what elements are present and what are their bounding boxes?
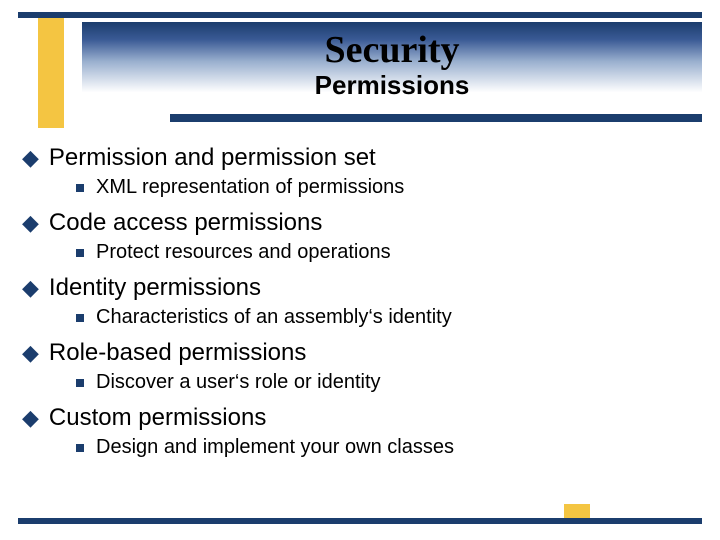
square-bullet-icon — [76, 444, 84, 452]
bullet-text: Discover a user‘s role or identity — [96, 371, 381, 394]
bullet-level1: ◆ Permission and permission set — [18, 144, 702, 172]
content-area: ◆ Permission and permission set XML repr… — [18, 138, 702, 469]
bullet-level2: Design and implement your own classes — [18, 436, 702, 459]
bullet-level1: ◆ Custom permissions — [18, 404, 702, 432]
round-bullet-icon: ◆ — [22, 144, 39, 172]
title-band: Security Permissions — [82, 22, 702, 110]
bullet-level1: ◆ Code access permissions — [18, 209, 702, 237]
bullet-level2: Protect resources and operations — [18, 241, 702, 264]
bullet-text: Design and implement your own classes — [96, 436, 454, 459]
round-bullet-icon: ◆ — [22, 209, 39, 237]
accent-bar-bottom — [564, 504, 590, 518]
bullet-level2: Discover a user‘s role or identity — [18, 371, 702, 394]
square-bullet-icon — [76, 249, 84, 257]
bullet-text: Identity permissions — [49, 274, 261, 302]
bullet-text: XML representation of permissions — [96, 176, 404, 199]
slide-subtitle: Permissions — [82, 70, 702, 101]
round-bullet-icon: ◆ — [22, 274, 39, 302]
bullet-text: Code access permissions — [49, 209, 322, 237]
bullet-level2: Characteristics of an assembly‘s identit… — [18, 306, 702, 329]
round-bullet-icon: ◆ — [22, 404, 39, 432]
bullet-level1: ◆ Role-based permissions — [18, 339, 702, 367]
bullet-text: Characteristics of an assembly‘s identit… — [96, 306, 452, 329]
bullet-level1: ◆ Identity permissions — [18, 274, 702, 302]
bullet-text: Permission and permission set — [49, 144, 376, 172]
accent-bar-top — [38, 18, 64, 128]
bullet-level2: XML representation of permissions — [18, 176, 702, 199]
title-underline — [170, 114, 702, 122]
bullet-text: Protect resources and operations — [96, 241, 391, 264]
square-bullet-icon — [76, 314, 84, 322]
square-bullet-icon — [76, 379, 84, 387]
bullet-text: Custom permissions — [49, 404, 266, 432]
bullet-text: Role-based permissions — [49, 339, 306, 367]
slide-title: Security — [82, 22, 702, 72]
square-bullet-icon — [76, 184, 84, 192]
round-bullet-icon: ◆ — [22, 339, 39, 367]
bottom-border-rule — [18, 518, 702, 524]
top-border-rule — [18, 12, 702, 18]
